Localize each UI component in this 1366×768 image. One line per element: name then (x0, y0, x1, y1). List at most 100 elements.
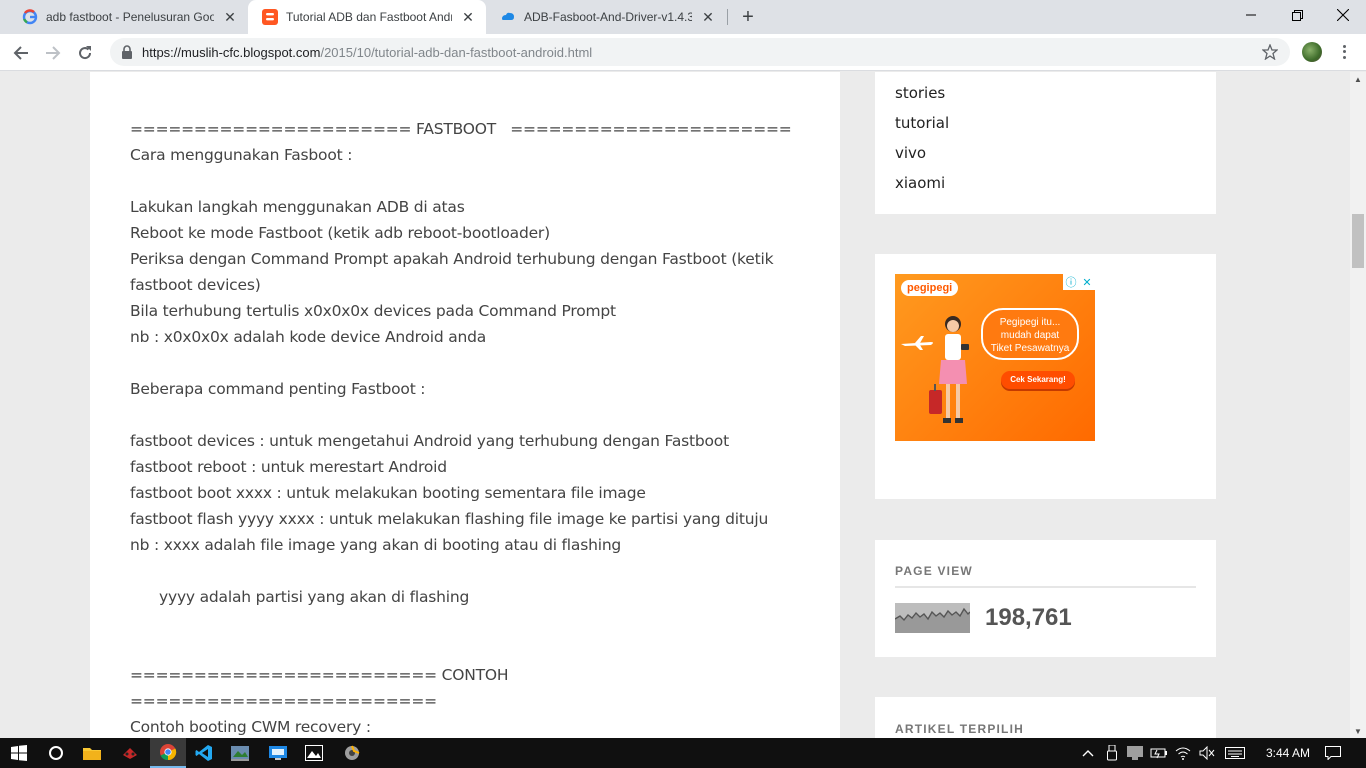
web-page: ====================== FASTBOOT ========… (0, 72, 1350, 738)
lock-icon (122, 45, 132, 59)
tab-title: ADB-Fasboot-And-Driver-v1.4.3 (524, 10, 692, 24)
taskbar-clock[interactable]: 3:44 AM (1252, 738, 1324, 768)
post-line: fastboot devices) (130, 276, 261, 294)
post-line: nb : xxxx adalah file image yang akan di… (130, 536, 622, 554)
label-link-vivo[interactable]: vivo (895, 138, 1196, 168)
show-hidden-icons-chevron[interactable] (1078, 738, 1098, 768)
close-tab-icon[interactable]: ✕ (222, 9, 238, 25)
restore-icon[interactable] (1274, 0, 1320, 30)
ad-brand-logo: pegipegi (901, 280, 959, 296)
volume-muted-icon[interactable] (1196, 738, 1218, 768)
ad-cta-button[interactable]: Cek Sekarang! (1001, 371, 1075, 389)
photos-icon[interactable] (296, 738, 332, 768)
google-icon (22, 9, 38, 25)
windows-start-icon[interactable] (0, 738, 38, 768)
post-line: Contoh booting CWM recovery : (130, 718, 371, 736)
pageview-widget: PAGE VIEW 198,761 (875, 540, 1216, 657)
url-text: https://muslih-cfc.blogspot.com/2015/10/… (142, 45, 592, 60)
display-settings-icon[interactable] (1124, 738, 1146, 768)
utility-app-icon[interactable] (334, 738, 370, 768)
pageview-title: PAGE VIEW (895, 564, 1196, 588)
tab-tutorial-adb[interactable]: Tutorial ADB dan Fastboot Andro ✕ (248, 0, 486, 34)
reload-icon[interactable] (72, 40, 98, 66)
windows-taskbar: 3:44 AM (0, 738, 1366, 768)
ad-bubble-line: mudah dapat (1000, 330, 1060, 341)
featured-article-title: ARTIKEL TERPILIH (895, 722, 1024, 736)
game-app-icon[interactable] (112, 738, 148, 768)
post-line: fastboot boot xxxx : untuk melakukan boo… (130, 484, 646, 502)
battery-icon[interactable] (1148, 738, 1170, 768)
ad-choices[interactable]: ⓘ ✕ (1063, 274, 1095, 290)
ad-speech-bubble: Pegipegi itu... mudah dapat Tiket Pesawa… (981, 308, 1079, 360)
post-line (130, 636, 800, 662)
post-line (130, 558, 800, 584)
pageview-count: 198,761 (985, 604, 1072, 631)
post-line: ====================== FASTBOOT ========… (130, 120, 792, 138)
post-line (130, 402, 800, 428)
post-line: ======================== CONTOH ========… (130, 666, 514, 710)
post-body: ====================== FASTBOOT ========… (130, 116, 800, 738)
post-line: Bila terhubung tertulis x0x0x0x devices … (130, 302, 616, 320)
cortana-search-icon[interactable] (38, 738, 74, 768)
back-icon[interactable] (8, 40, 34, 66)
blogger-icon (262, 9, 278, 25)
post-line: Reboot ke mode Fastboot (ketik adb reboo… (130, 224, 550, 242)
scroll-up-icon[interactable]: ▲ (1350, 72, 1366, 86)
address-bar[interactable]: https://muslih-cfc.blogspot.com/2015/10/… (110, 38, 1290, 66)
post-line (130, 168, 800, 194)
ad-widget: pegipegi ⓘ ✕ Pegipegi itu... mudah dapat… (875, 254, 1216, 499)
profile-avatar[interactable] (1302, 42, 1322, 62)
chrome-taskbar-icon[interactable] (150, 738, 186, 768)
bookmark-star-icon[interactable] (1262, 44, 1278, 60)
forward-icon[interactable] (40, 40, 66, 66)
tab-google-search[interactable]: adb fastboot - Penelusuran Goog ✕ (8, 0, 248, 34)
tab-adb-driver[interactable]: ADB-Fasboot-And-Driver-v1.4.3 ✕ (486, 0, 726, 34)
vscode-icon[interactable] (186, 738, 222, 768)
label-link-tutorial[interactable]: tutorial (895, 108, 1196, 138)
post-line: Beberapa command penting Fastboot : (130, 380, 426, 398)
file-explorer-icon[interactable] (74, 738, 110, 768)
featured-article-widget: ARTIKEL TERPILIH (875, 697, 1216, 738)
post-line: Periksa dengan Command Prompt apakah And… (130, 250, 774, 268)
ad-close-icon[interactable]: ✕ (1079, 274, 1095, 290)
tab-title: adb fastboot - Penelusuran Goog (46, 10, 214, 24)
close-tab-icon[interactable]: ✕ (700, 9, 716, 25)
notification-center-icon[interactable] (1322, 738, 1344, 768)
pegipegi-ad-banner[interactable]: pegipegi ⓘ ✕ Pegipegi itu... mudah dapat… (895, 274, 1095, 441)
traveler-illustration (929, 316, 969, 423)
label-link-stories[interactable]: stories (895, 78, 1196, 108)
post-container: ====================== FASTBOOT ========… (90, 72, 840, 738)
label-link-xiaomi[interactable]: xiaomi (895, 168, 1196, 198)
pageview-sparkline (895, 603, 970, 633)
minimize-icon[interactable] (1228, 0, 1274, 30)
ad-bubble-line: Pegipegi itu... (999, 317, 1061, 328)
keyboard-icon[interactable] (1222, 738, 1248, 768)
close-tab-icon[interactable]: ✕ (460, 9, 476, 25)
ad-info-icon[interactable]: ⓘ (1063, 274, 1079, 290)
tab-title: Tutorial ADB dan Fastboot Andro (286, 10, 452, 24)
new-tab-button[interactable]: + (736, 6, 760, 28)
scroll-down-icon[interactable]: ▼ (1350, 724, 1366, 738)
close-window-icon[interactable] (1320, 0, 1366, 30)
post-line: fastboot devices : untuk mengetahui Andr… (130, 432, 729, 450)
page-scrollbar[interactable]: ▲ ▼ (1350, 72, 1366, 738)
post-line (130, 610, 800, 636)
remote-desktop-icon[interactable] (260, 738, 296, 768)
post-line (130, 350, 800, 376)
ad-bubble-line: Tiket Pesawatnya (990, 343, 1070, 354)
cloud-icon (500, 9, 516, 25)
wifi-icon[interactable] (1172, 738, 1194, 768)
tab-divider (727, 9, 728, 25)
scrollbar-thumb[interactable] (1352, 214, 1364, 268)
post-line: Lakukan langkah menggunakan ADB di atas (130, 198, 465, 216)
post-line: fastboot reboot : untuk merestart Androi… (130, 458, 447, 476)
labels-widget: stories tutorial vivo xiaomi (875, 72, 1216, 214)
tab-strip: adb fastboot - Penelusuran Goog ✕ Tutori… (0, 0, 1366, 34)
usb-device-icon[interactable] (1102, 738, 1122, 768)
menu-kebab-icon[interactable] (1336, 42, 1352, 62)
url-host: https://muslih-cfc.blogspot.com (142, 44, 321, 60)
post-line: nb : x0x0x0x adalah kode device Android … (130, 328, 487, 346)
url-path: /2015/10/tutorial-adb-dan-fastboot-andro… (320, 44, 593, 60)
image-viewer-icon[interactable] (222, 738, 258, 768)
post-line: yyyy adalah partisi yang akan di flashin… (159, 588, 470, 606)
